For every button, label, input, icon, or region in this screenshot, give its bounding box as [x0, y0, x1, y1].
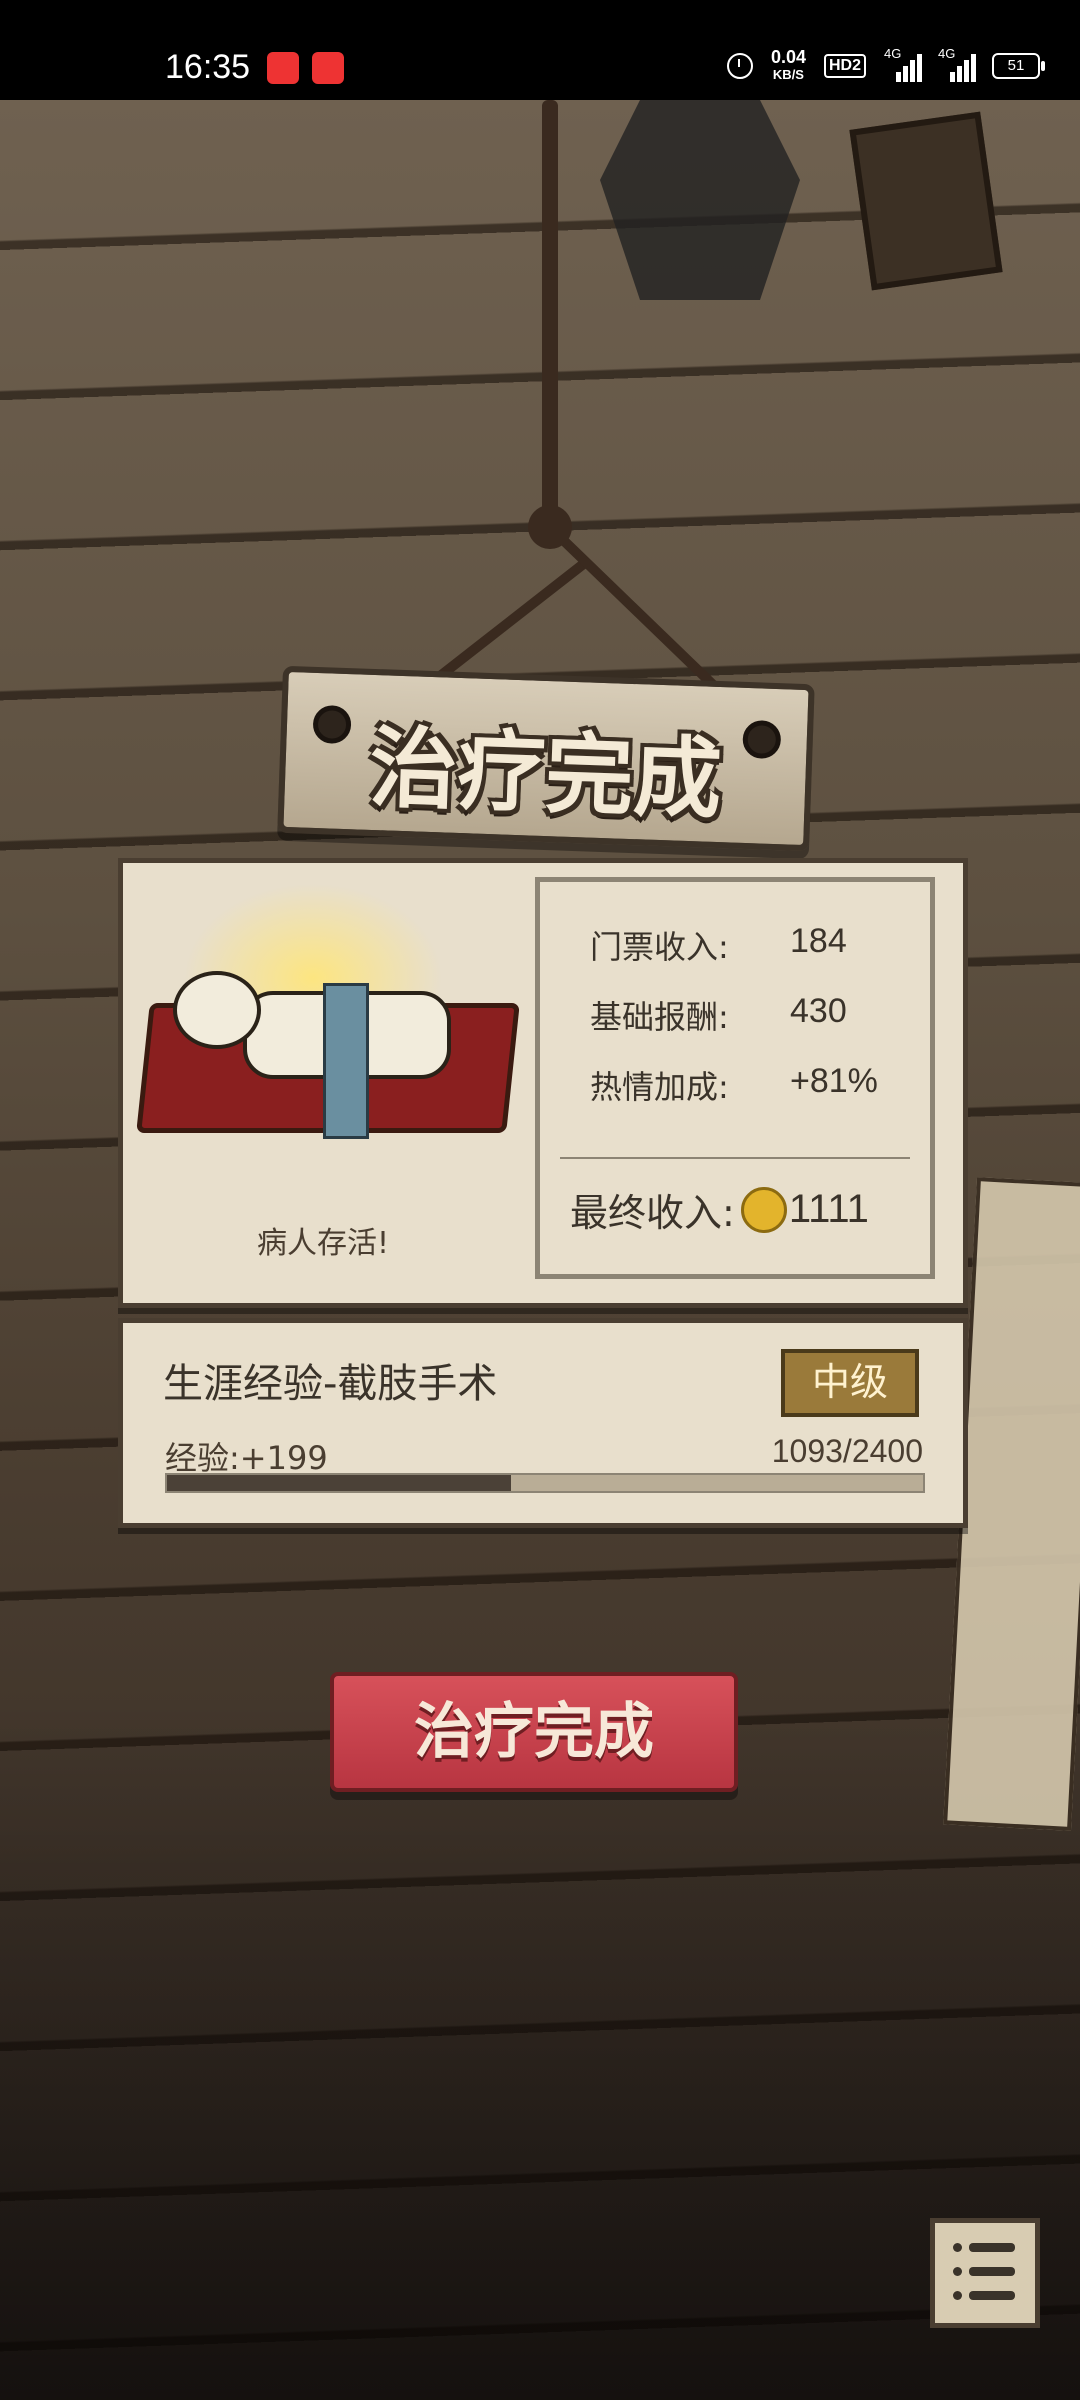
sign-title: 治疗完成 [367, 715, 724, 832]
divider [560, 1157, 910, 1159]
experience-title: 生涯经验-截肢手术 [163, 1361, 498, 1407]
experience-panel: 生涯经验-截肢手术 中级 经验:+199 1093/2400 [118, 1318, 968, 1528]
menu-button[interactable] [930, 2218, 1040, 2328]
stat-label: 基础报酬: [590, 998, 729, 1036]
experience-progress-bar [165, 1473, 925, 1493]
income-stats: 门票收入: 184 基础报酬: 430 热情加成: +81% 最终收入: 111… [535, 877, 935, 1279]
patient-status: 病人存活! [256, 1226, 390, 1261]
experience-progress-text: 1093/2400 [771, 1433, 923, 1469]
stat-row-base-pay: 基础报酬: 430 [590, 992, 847, 1038]
hd-voice-icon: HD2 [823, 54, 866, 78]
final-income-row: 最终收入: 1111 [570, 1182, 869, 1237]
book-decoration [849, 111, 1003, 291]
notification-app-icon-2 [312, 52, 344, 84]
stat-value: 430 [790, 992, 847, 1030]
status-indicators: 0.04 KB/S HD2 4G 4G 51 [726, 46, 1045, 84]
stat-value: 184 [790, 922, 847, 960]
title-sign: 治疗完成 [277, 665, 815, 852]
stat-label: 热情加成: [590, 1068, 729, 1106]
experience-progress-fill [167, 1475, 511, 1491]
treatment-complete-button[interactable]: 治疗完成 [330, 1672, 738, 1792]
rope-knot [528, 505, 572, 549]
network-speed-unit: KB/S [772, 67, 804, 82]
final-income-value: 1111 [788, 1187, 869, 1231]
patient-head-icon [173, 971, 261, 1049]
signal-icon: 4G [884, 46, 922, 82]
signal-icon-2: 4G [938, 46, 976, 82]
signal-label: 4G [884, 46, 902, 61]
rope [542, 100, 558, 520]
level-badge: 中级 [781, 1349, 919, 1417]
bed-strap-icon [323, 983, 369, 1139]
alarm-icon [726, 53, 753, 79]
status-time: 16:35 [165, 48, 251, 86]
network-speed: 0.04 KB/S [771, 48, 806, 84]
notification-app-icon [267, 52, 299, 84]
ink-and-quill-decoration [600, 100, 1003, 300]
stat-row-ticket: 门票收入: 184 [590, 922, 847, 968]
status-bar: 16:35 0.04 KB/S HD2 4G 4G 51 [0, 0, 1080, 100]
stat-row-passion-bonus: 热情加成: +81% [590, 1062, 878, 1108]
ink-bottle-icon [600, 100, 800, 300]
signal-label-2: 4G [938, 46, 956, 61]
stat-label: 门票收入: [590, 928, 729, 966]
battery-icon: 51 [992, 53, 1045, 79]
coin-icon [740, 1186, 787, 1233]
network-speed-value: 0.04 [770, 47, 806, 67]
result-panel: 病人存活! 门票收入: 184 基础报酬: 430 热情加成: +81% 最终收… [118, 858, 968, 1308]
final-income-label: 最终收入: [570, 1191, 735, 1235]
stat-value: +81% [790, 1062, 878, 1100]
